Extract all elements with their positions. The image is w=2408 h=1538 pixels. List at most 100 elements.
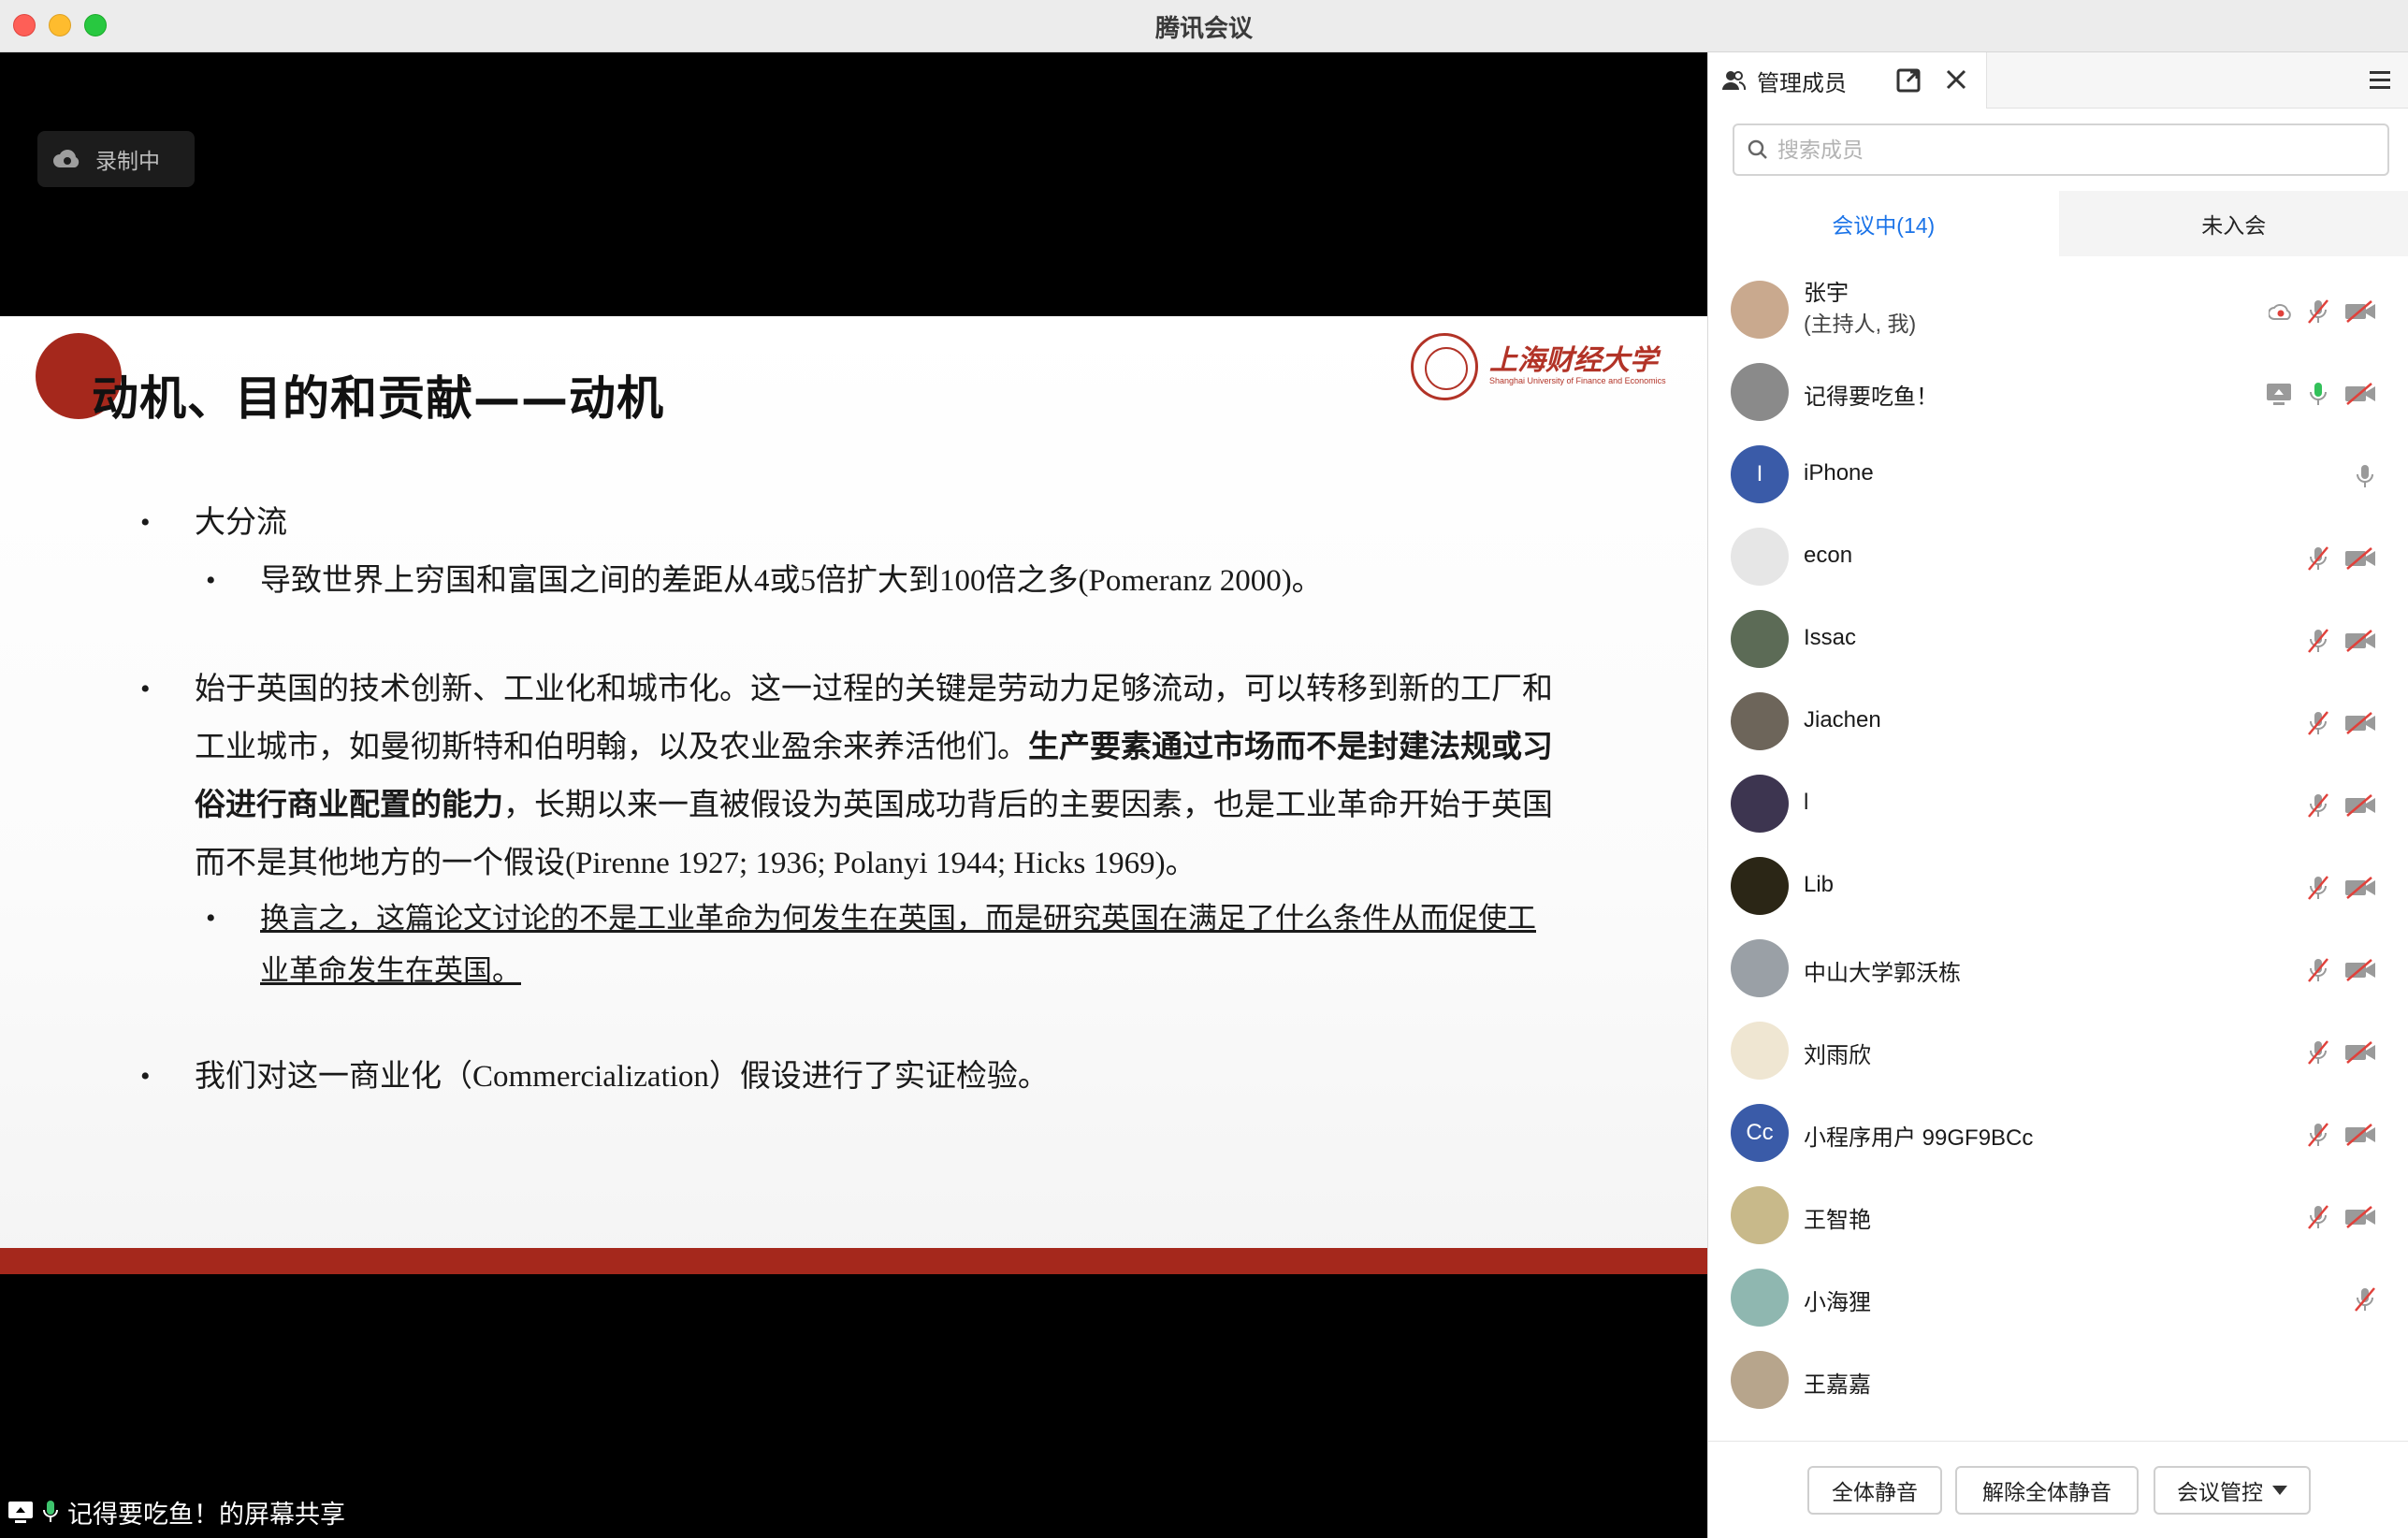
panel-header: 管理成员 [1708,52,2408,109]
mic-muted-icon[interactable] [2306,627,2330,655]
member-name-text: iPhone [1804,460,1874,486]
camera-off-icon[interactable] [2343,629,2377,653]
mic-muted-icon[interactable] [2306,791,2330,820]
member-name-text: l [1804,790,1809,815]
member-name-text: 刘雨欣 [1804,1043,1871,1068]
camera-off-icon[interactable] [2343,958,2377,982]
member-name: 王嘉嘉 [1804,1366,1871,1399]
slide-sub-bullet: 导致世界上穷国和富国之间的差距从4或5倍扩大到100倍之多(Pomeranz 2… [140,552,1562,610]
member-name-text: 张宇 [1804,281,1849,306]
camera-off-icon[interactable] [2343,793,2377,818]
member-status-icons [2252,378,2377,410]
avatar [1731,857,1789,915]
menu-icon[interactable] [2367,67,2393,92]
member-row[interactable]: IiPhone [1708,436,2408,518]
mic-muted-icon[interactable] [2306,1038,2330,1066]
mic-muted-icon[interactable] [2306,544,2330,573]
avatar-initials: Cc [1746,1120,1774,1145]
camera-off-icon[interactable] [2343,1123,2377,1147]
member-name: 小程序用户 99GF9BCc [1804,1119,2033,1152]
popout-icon[interactable] [1895,67,1922,94]
member-row[interactable]: 小海狸 [1708,1259,2408,1342]
mic-muted-icon[interactable] [2306,709,2330,737]
member-row[interactable]: 王智艳 [1708,1177,2408,1259]
camera-off-icon[interactable] [2343,876,2377,900]
mic-muted-icon[interactable] [2306,297,2330,326]
member-row[interactable]: Lib [1708,848,2408,930]
avatar [1731,1186,1789,1244]
mic-muted-icon[interactable] [2353,1285,2377,1313]
mic-active-icon[interactable] [2306,380,2330,408]
recording-badge[interactable]: 录制中 [37,131,195,187]
tab-manage-members[interactable]: 管理成员 [1708,52,1987,109]
member-row[interactable]: econ [1708,518,2408,601]
window-title: 腾讯会议 [1154,14,1253,42]
recording-icon[interactable] [2269,301,2293,322]
member-row[interactable]: 王嘉嘉 [1708,1342,2408,1424]
slide-underlined-text: 换言之，这篇论文讨论的不是工业革命为何发生在英国，而是研究英国在满足了什么条件从… [260,902,1536,987]
member-list: 张宇 (主持人, 我) 记得要吃鱼！ IiPhone econ Issac Jiachen l… [1708,271,2408,1424]
member-row[interactable]: 刘雨欣 [1708,1012,2408,1095]
camera-off-icon[interactable] [2343,1205,2377,1229]
title-bar: 腾讯会议 [0,0,2408,52]
member-row[interactable]: 记得要吃鱼！ [1708,354,2408,436]
camera-off-icon[interactable] [2343,382,2377,406]
camera-off-icon[interactable] [2343,546,2377,571]
member-row[interactable]: l [1708,765,2408,848]
close-icon[interactable] [1944,67,1968,92]
member-name: 中山大学郭沃栋 [1804,954,1961,987]
member-search[interactable] [1733,123,2389,176]
mic-muted-icon[interactable] [2306,874,2330,902]
member-status-icons [2293,872,2377,904]
mic-muted-icon[interactable] [2306,1203,2330,1231]
members-icon [1722,71,1746,91]
panel-tab-label: 管理成员 [1757,70,1847,96]
slide-sub-bullet: 换言之，这篇论文讨论的不是工业革命为何发生在英国，而是研究英国在满足了什么条件从… [140,892,1562,997]
member-name: 小海狸 [1804,1284,1871,1316]
search-input[interactable] [1777,137,2339,163]
member-name-text: 记得要吃鱼！ [1804,384,1938,410]
member-name-text: 小海狸 [1804,1290,1871,1315]
camera-off-icon[interactable] [2343,1040,2377,1065]
member-name: Issac [1804,625,1856,651]
member-name: econ [1804,543,1852,569]
member-name: 刘雨欣 [1804,1037,1871,1069]
mic-icon[interactable] [2353,462,2377,490]
mute-all-button[interactable]: 全体静音 [1807,1466,1942,1515]
member-status-icons [2340,460,2377,492]
slide-bullet: 大分流 [140,494,1562,552]
screen-share-icon[interactable] [2265,381,2293,407]
member-name-text: 王智艳 [1804,1208,1871,1233]
unmute-all-button[interactable]: 解除全体静音 [1955,1466,2139,1515]
mic-muted-icon[interactable] [2306,956,2330,984]
avatar [1731,1269,1789,1327]
avatar [1731,528,1789,586]
member-role: (主持人, 我) [1804,312,1917,336]
meeting-controls-button[interactable]: 会议管控 [2154,1466,2311,1515]
member-row[interactable]: Issac [1708,601,2408,683]
member-row[interactable]: Cc 小程序用户 99GF9BCc [1708,1095,2408,1177]
university-name-en: Shanghai University of Finance and Econo… [1489,376,1666,385]
member-row[interactable]: Jiachen [1708,683,2408,765]
cloud-record-icon [53,150,80,167]
avatar [1731,1022,1789,1080]
member-name: 张宇 (主持人, 我) [1804,279,1916,339]
panel-footer: 全体静音 解除全体静音 会议管控 [1708,1441,2408,1538]
member-row[interactable]: 中山大学郭沃栋 [1708,930,2408,1012]
member-row[interactable]: 张宇 (主持人, 我) [1708,271,2408,354]
tab-in-meeting[interactable]: 会议中(14) [1708,191,2059,256]
member-status-icons [2256,296,2377,327]
member-name: 王智艳 [1804,1201,1871,1234]
search-icon [1748,139,1767,159]
camera-off-icon[interactable] [2343,299,2377,324]
camera-off-icon[interactable] [2343,711,2377,735]
recording-label: 录制中 [95,149,160,173]
tab-not-joined[interactable]: 未入会 [2058,191,2408,256]
member-name-text: Lib [1804,872,1835,897]
mic-muted-icon[interactable] [2306,1121,2330,1149]
avatar [1731,281,1789,339]
avatar: I [1731,445,1789,503]
member-name-text: Jiachen [1804,707,1881,733]
avatar [1731,1351,1789,1409]
screen-share-text: 记得要吃鱼！的屏幕共享 [67,1500,345,1529]
